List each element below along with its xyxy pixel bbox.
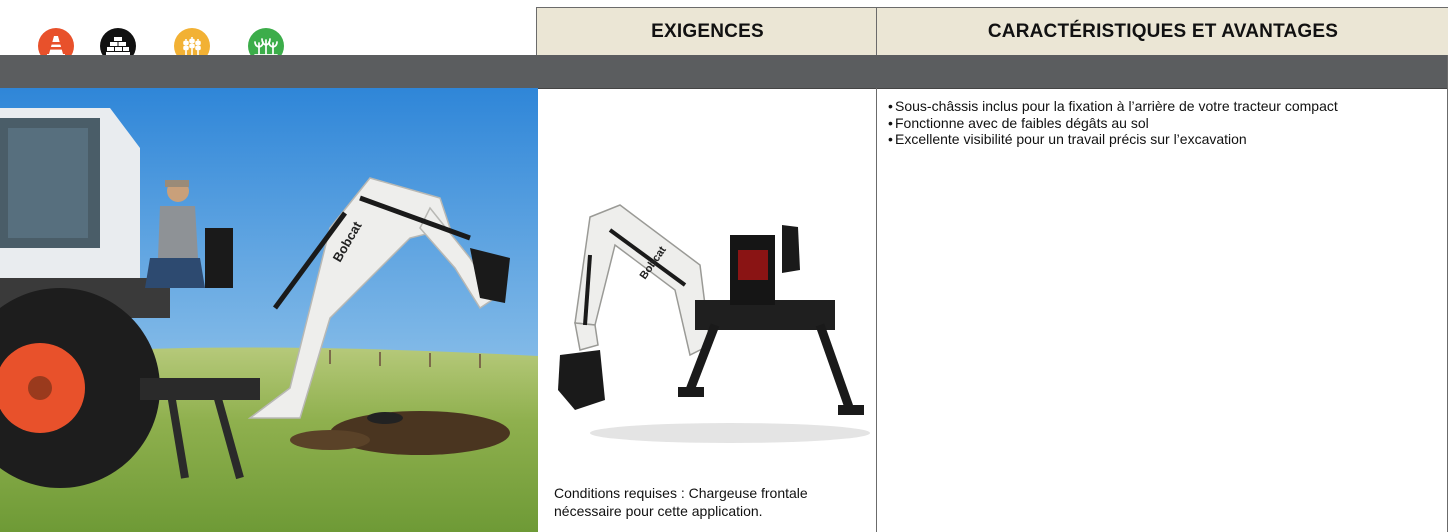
backhoe-product-photo: Bobcat bbox=[550, 195, 872, 450]
feature-bullet: • bbox=[888, 131, 893, 147]
feature-text: Sous-châssis inclus pour la fixation à l… bbox=[895, 98, 1338, 114]
feature-text: Excellente visibilité pour un travail pr… bbox=[895, 131, 1247, 147]
requirements-header: EXIGENCES bbox=[536, 7, 879, 57]
features-header: CARACTÉRISTIQUES ET AVANTAGES bbox=[876, 7, 1448, 57]
feature-bullet: • bbox=[888, 98, 893, 114]
backhoe-in-use-photo: Bobcat bbox=[0, 88, 538, 532]
feature-item: • Excellente visibilité pour un travail p… bbox=[888, 131, 1443, 148]
section-band bbox=[0, 55, 1448, 89]
features-title: CARACTÉRISTIQUES ET AVANTAGES bbox=[987, 21, 1339, 42]
features-list: • Sous-châssis inclus pour la fixation à … bbox=[888, 98, 1443, 148]
requirements-title: EXIGENCES bbox=[651, 21, 764, 42]
feature-bullet: • bbox=[888, 114, 893, 131]
column-divider-right bbox=[876, 88, 877, 532]
feature-text: Fonctionne avec de faibles dégâts au sol bbox=[895, 114, 1149, 131]
feature-item: • Sous-châssis inclus pour la fixation à … bbox=[888, 98, 1443, 115]
feature-item: • Fonctionne avec de faibles dégâts au so… bbox=[888, 115, 1443, 132]
requirements-text: Conditions requises : Chargeuse frontale… bbox=[554, 485, 808, 519]
